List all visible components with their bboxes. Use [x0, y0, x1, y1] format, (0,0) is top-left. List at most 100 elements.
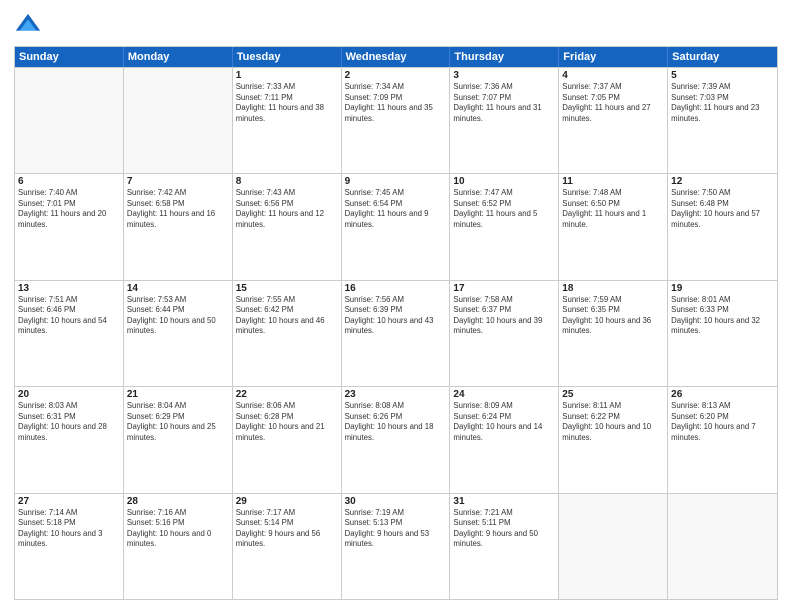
day-info: Sunrise: 7:39 AM Sunset: 7:03 PM Dayligh…: [671, 82, 774, 124]
day-info: Sunrise: 7:34 AM Sunset: 7:09 PM Dayligh…: [345, 82, 447, 124]
day-number: 10: [453, 176, 555, 187]
day-cell-8: 8Sunrise: 7:43 AM Sunset: 6:56 PM Daylig…: [233, 174, 342, 279]
day-number: 14: [127, 283, 229, 294]
calendar-header: SundayMondayTuesdayWednesdayThursdayFrid…: [15, 47, 777, 67]
day-cell-25: 25Sunrise: 8:11 AM Sunset: 6:22 PM Dayli…: [559, 387, 668, 492]
day-info: Sunrise: 7:19 AM Sunset: 5:13 PM Dayligh…: [345, 508, 447, 550]
day-cell-5: 5Sunrise: 7:39 AM Sunset: 7:03 PM Daylig…: [668, 68, 777, 173]
day-cell-1: 1Sunrise: 7:33 AM Sunset: 7:11 PM Daylig…: [233, 68, 342, 173]
day-number: 21: [127, 389, 229, 400]
day-number: 29: [236, 496, 338, 507]
day-cell-19: 19Sunrise: 8:01 AM Sunset: 6:33 PM Dayli…: [668, 281, 777, 386]
day-cell-6: 6Sunrise: 7:40 AM Sunset: 7:01 PM Daylig…: [15, 174, 124, 279]
day-info: Sunrise: 7:50 AM Sunset: 6:48 PM Dayligh…: [671, 188, 774, 230]
day-info: Sunrise: 7:51 AM Sunset: 6:46 PM Dayligh…: [18, 295, 120, 337]
day-cell-14: 14Sunrise: 7:53 AM Sunset: 6:44 PM Dayli…: [124, 281, 233, 386]
day-number: 24: [453, 389, 555, 400]
day-number: 13: [18, 283, 120, 294]
day-number: 25: [562, 389, 664, 400]
day-cell-16: 16Sunrise: 7:56 AM Sunset: 6:39 PM Dayli…: [342, 281, 451, 386]
calendar-row-4: 20Sunrise: 8:03 AM Sunset: 6:31 PM Dayli…: [15, 386, 777, 492]
day-number: 4: [562, 70, 664, 81]
day-number: 7: [127, 176, 229, 187]
day-cell-12: 12Sunrise: 7:50 AM Sunset: 6:48 PM Dayli…: [668, 174, 777, 279]
day-number: 23: [345, 389, 447, 400]
day-cell-15: 15Sunrise: 7:55 AM Sunset: 6:42 PM Dayli…: [233, 281, 342, 386]
day-cell-7: 7Sunrise: 7:42 AM Sunset: 6:58 PM Daylig…: [124, 174, 233, 279]
day-number: 1: [236, 70, 338, 81]
day-header-thursday: Thursday: [450, 47, 559, 67]
day-info: Sunrise: 8:08 AM Sunset: 6:26 PM Dayligh…: [345, 401, 447, 443]
day-number: 20: [18, 389, 120, 400]
day-number: 27: [18, 496, 120, 507]
day-cell-27: 27Sunrise: 7:14 AM Sunset: 5:18 PM Dayli…: [15, 494, 124, 599]
day-info: Sunrise: 7:45 AM Sunset: 6:54 PM Dayligh…: [345, 188, 447, 230]
day-cell-29: 29Sunrise: 7:17 AM Sunset: 5:14 PM Dayli…: [233, 494, 342, 599]
day-cell-28: 28Sunrise: 7:16 AM Sunset: 5:16 PM Dayli…: [124, 494, 233, 599]
day-number: 12: [671, 176, 774, 187]
logo: [14, 12, 46, 40]
calendar-body: 1Sunrise: 7:33 AM Sunset: 7:11 PM Daylig…: [15, 67, 777, 599]
day-info: Sunrise: 7:42 AM Sunset: 6:58 PM Dayligh…: [127, 188, 229, 230]
logo-icon: [14, 12, 42, 40]
day-cell-20: 20Sunrise: 8:03 AM Sunset: 6:31 PM Dayli…: [15, 387, 124, 492]
day-cell-3: 3Sunrise: 7:36 AM Sunset: 7:07 PM Daylig…: [450, 68, 559, 173]
day-cell-31: 31Sunrise: 7:21 AM Sunset: 5:11 PM Dayli…: [450, 494, 559, 599]
day-info: Sunrise: 7:40 AM Sunset: 7:01 PM Dayligh…: [18, 188, 120, 230]
empty-cell: [124, 68, 233, 173]
day-info: Sunrise: 7:58 AM Sunset: 6:37 PM Dayligh…: [453, 295, 555, 337]
day-info: Sunrise: 7:43 AM Sunset: 6:56 PM Dayligh…: [236, 188, 338, 230]
empty-cell: [15, 68, 124, 173]
day-number: 18: [562, 283, 664, 294]
day-info: Sunrise: 7:47 AM Sunset: 6:52 PM Dayligh…: [453, 188, 555, 230]
day-number: 9: [345, 176, 447, 187]
day-number: 30: [345, 496, 447, 507]
day-info: Sunrise: 7:59 AM Sunset: 6:35 PM Dayligh…: [562, 295, 664, 337]
day-info: Sunrise: 7:53 AM Sunset: 6:44 PM Dayligh…: [127, 295, 229, 337]
day-number: 15: [236, 283, 338, 294]
day-header-saturday: Saturday: [668, 47, 777, 67]
day-info: Sunrise: 8:06 AM Sunset: 6:28 PM Dayligh…: [236, 401, 338, 443]
day-info: Sunrise: 8:01 AM Sunset: 6:33 PM Dayligh…: [671, 295, 774, 337]
day-info: Sunrise: 7:14 AM Sunset: 5:18 PM Dayligh…: [18, 508, 120, 550]
day-info: Sunrise: 7:36 AM Sunset: 7:07 PM Dayligh…: [453, 82, 555, 124]
day-cell-10: 10Sunrise: 7:47 AM Sunset: 6:52 PM Dayli…: [450, 174, 559, 279]
day-cell-18: 18Sunrise: 7:59 AM Sunset: 6:35 PM Dayli…: [559, 281, 668, 386]
day-cell-22: 22Sunrise: 8:06 AM Sunset: 6:28 PM Dayli…: [233, 387, 342, 492]
day-info: Sunrise: 7:37 AM Sunset: 7:05 PM Dayligh…: [562, 82, 664, 124]
day-info: Sunrise: 7:33 AM Sunset: 7:11 PM Dayligh…: [236, 82, 338, 124]
day-number: 28: [127, 496, 229, 507]
day-number: 6: [18, 176, 120, 187]
day-header-wednesday: Wednesday: [342, 47, 451, 67]
empty-cell: [668, 494, 777, 599]
day-info: Sunrise: 8:03 AM Sunset: 6:31 PM Dayligh…: [18, 401, 120, 443]
day-number: 8: [236, 176, 338, 187]
page: SundayMondayTuesdayWednesdayThursdayFrid…: [0, 0, 792, 612]
day-info: Sunrise: 8:13 AM Sunset: 6:20 PM Dayligh…: [671, 401, 774, 443]
day-info: Sunrise: 7:48 AM Sunset: 6:50 PM Dayligh…: [562, 188, 664, 230]
day-cell-21: 21Sunrise: 8:04 AM Sunset: 6:29 PM Dayli…: [124, 387, 233, 492]
empty-cell: [559, 494, 668, 599]
day-info: Sunrise: 8:11 AM Sunset: 6:22 PM Dayligh…: [562, 401, 664, 443]
day-header-tuesday: Tuesday: [233, 47, 342, 67]
day-cell-26: 26Sunrise: 8:13 AM Sunset: 6:20 PM Dayli…: [668, 387, 777, 492]
day-info: Sunrise: 8:09 AM Sunset: 6:24 PM Dayligh…: [453, 401, 555, 443]
day-cell-23: 23Sunrise: 8:08 AM Sunset: 6:26 PM Dayli…: [342, 387, 451, 492]
calendar-row-1: 1Sunrise: 7:33 AM Sunset: 7:11 PM Daylig…: [15, 67, 777, 173]
calendar-row-5: 27Sunrise: 7:14 AM Sunset: 5:18 PM Dayli…: [15, 493, 777, 599]
day-number: 3: [453, 70, 555, 81]
day-header-sunday: Sunday: [15, 47, 124, 67]
day-number: 16: [345, 283, 447, 294]
day-info: Sunrise: 8:04 AM Sunset: 6:29 PM Dayligh…: [127, 401, 229, 443]
day-header-monday: Monday: [124, 47, 233, 67]
day-cell-2: 2Sunrise: 7:34 AM Sunset: 7:09 PM Daylig…: [342, 68, 451, 173]
day-number: 11: [562, 176, 664, 187]
day-number: 2: [345, 70, 447, 81]
day-info: Sunrise: 7:56 AM Sunset: 6:39 PM Dayligh…: [345, 295, 447, 337]
calendar: SundayMondayTuesdayWednesdayThursdayFrid…: [14, 46, 778, 600]
day-number: 17: [453, 283, 555, 294]
day-number: 22: [236, 389, 338, 400]
day-number: 31: [453, 496, 555, 507]
day-info: Sunrise: 7:21 AM Sunset: 5:11 PM Dayligh…: [453, 508, 555, 550]
day-cell-11: 11Sunrise: 7:48 AM Sunset: 6:50 PM Dayli…: [559, 174, 668, 279]
